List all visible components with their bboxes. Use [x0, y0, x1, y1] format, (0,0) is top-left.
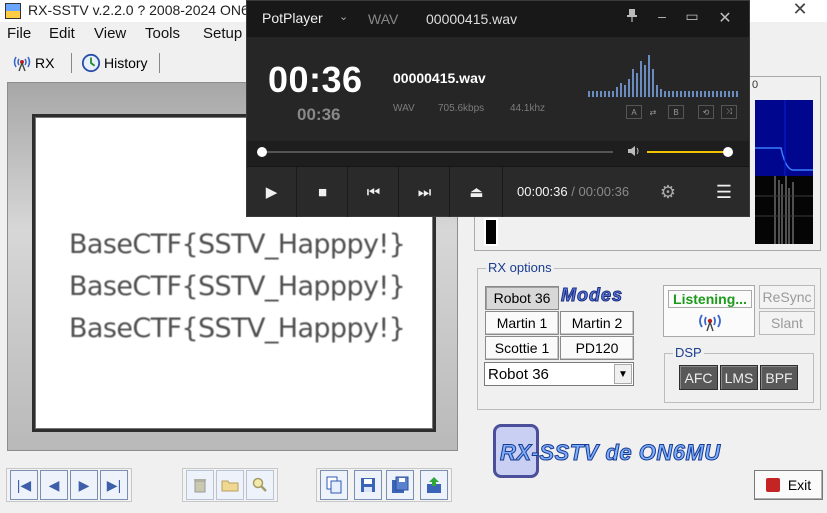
open-folder-icon[interactable]	[216, 470, 244, 500]
potplayer-info-panel: 00:36 00:36 00000415.wav WAV 705.6kbps 4…	[247, 37, 749, 141]
mode-select[interactable]: Robot 36 ▼	[484, 362, 634, 386]
potplayer-window: PotPlayer ⌄ WAV 00000415.wav – ▭ ✕ 00:36…	[246, 0, 750, 217]
close-window-button[interactable]: ✕	[788, 0, 812, 20]
shuffle-icon[interactable]: ⤨	[721, 105, 737, 119]
tab-divider	[71, 53, 72, 73]
next-image-icon[interactable]: ▶	[70, 470, 98, 500]
eject-icon[interactable]: ⏏	[451, 167, 503, 217]
loop-icon[interactable]: ⟲	[698, 105, 714, 119]
codec-label: WAV	[393, 103, 415, 114]
tab-history[interactable]: History	[81, 50, 148, 76]
ab-repeat-a-button[interactable]: A	[626, 105, 642, 119]
mode-select-value: Robot 36	[488, 366, 549, 383]
exit-door-icon	[765, 478, 780, 492]
antenna-icon	[12, 53, 32, 73]
volume-handle[interactable]	[723, 147, 733, 157]
image-text-line: BaseCTF{SSTV_Happpy!}	[69, 229, 406, 260]
next-track-icon[interactable]: ⏭	[400, 167, 450, 217]
seek-bar-area	[247, 141, 749, 163]
mode-martin2-button[interactable]: Martin 2	[560, 311, 634, 335]
potplayer-format: WAV	[368, 11, 399, 27]
zoom-icon[interactable]	[246, 470, 274, 500]
ab-repeat-b-button[interactable]: B	[668, 105, 684, 119]
antenna-icon	[696, 312, 724, 335]
trash-icon[interactable]	[186, 470, 214, 500]
chevron-down-icon[interactable]: ⌄	[339, 10, 348, 23]
copy-icon[interactable]	[320, 470, 348, 500]
listening-status: Listening...	[668, 290, 752, 308]
resync-button[interactable]: ReSync	[759, 285, 815, 309]
slant-button[interactable]: Slant	[759, 311, 815, 335]
level-meter	[484, 218, 498, 246]
tab-rx[interactable]: RX	[12, 50, 54, 76]
menu-view[interactable]: View	[94, 25, 126, 42]
volume-icon[interactable]	[627, 145, 641, 160]
listening-status-box: Listening...	[663, 285, 755, 337]
potplayer-app-name[interactable]: PotPlayer	[262, 10, 323, 26]
samplerate-label: 44.1khz	[510, 103, 546, 114]
tab-divider	[159, 53, 160, 73]
save-icon[interactable]	[354, 470, 382, 500]
spectrum-visualizer	[588, 55, 738, 97]
afc-button[interactable]: AFC	[679, 365, 718, 390]
playback-controls: ▶ ■ ⏮ ⏭ ⏏ 00:00:36 / 00:00:36 ⚙ ☰	[247, 166, 749, 217]
pin-icon[interactable]	[623, 8, 641, 28]
chevron-down-icon[interactable]: ▼	[614, 364, 632, 384]
mode-martin1-button[interactable]: Martin 1	[485, 311, 559, 335]
settings-gear-icon[interactable]: ⚙	[643, 167, 693, 217]
brand-logo: RX-SSTV de ON6MU	[500, 440, 721, 466]
elapsed-time-large: 00:36	[268, 59, 363, 100]
repeat-icon[interactable]: ⇄	[645, 105, 661, 119]
sync-scope	[755, 100, 813, 176]
track-name: 00000415.wav	[393, 70, 486, 86]
lms-button[interactable]: LMS	[720, 365, 758, 390]
potplayer-header: PotPlayer ⌄ WAV 00000415.wav – ▭ ✕	[247, 1, 749, 37]
bpf-button[interactable]: BPF	[760, 365, 798, 390]
seek-handle[interactable]	[257, 147, 267, 157]
minimize-icon[interactable]: –	[653, 8, 671, 28]
window-title: RX-SSTV v.2.2.0 ? 2008-2024 ON6MU	[28, 2, 271, 18]
elapsed-time-small: 00:36	[297, 105, 341, 124]
previous-track-icon[interactable]: ⏮	[349, 167, 399, 217]
mode-scottie1-button[interactable]: Scottie 1	[485, 336, 559, 360]
modes-logo: Modes	[560, 285, 624, 306]
total-duration: 00:00:36	[578, 184, 630, 199]
stop-icon[interactable]: ■	[298, 167, 348, 217]
close-icon[interactable]: ✕	[716, 8, 734, 28]
tab-rx-label: RX	[35, 55, 55, 71]
current-position: 00:00:36	[517, 184, 568, 199]
upload-icon[interactable]	[420, 470, 448, 500]
previous-image-icon[interactable]: ◀	[40, 470, 68, 500]
exit-label: Exit	[787, 477, 812, 493]
volume-bar[interactable]	[647, 151, 729, 153]
potplayer-file-name: 00000415.wav	[426, 11, 518, 27]
app-icon	[5, 3, 21, 19]
seek-bar[interactable]	[261, 151, 613, 153]
play-icon[interactable]: ▶	[247, 167, 297, 217]
menu-hamburger-icon[interactable]: ☰	[699, 167, 749, 217]
exit-button[interactable]: Exit	[754, 470, 823, 500]
menu-edit[interactable]: Edit	[49, 25, 75, 42]
image-text-line: BaseCTF{SSTV_Happpy!}	[69, 271, 406, 302]
maximize-icon[interactable]: ▭	[683, 8, 701, 28]
image-text-line: BaseCTF{SSTV_Happpy!}	[69, 313, 406, 344]
scope-axis-label: 0	[752, 79, 759, 91]
playback-position: 00:00:36 / 00:00:36	[517, 184, 630, 199]
tab-history-label: History	[104, 55, 148, 71]
first-image-icon[interactable]: |◀	[10, 470, 38, 500]
last-image-icon[interactable]: ▶|	[100, 470, 128, 500]
mode-robot36-button[interactable]: Robot 36	[485, 286, 559, 310]
history-icon	[81, 53, 101, 73]
menu-setup[interactable]: Setup	[203, 25, 242, 42]
mode-pd120-button[interactable]: PD120	[560, 336, 634, 360]
menu-file[interactable]: File	[7, 25, 31, 42]
dsp-title: DSP	[673, 345, 704, 360]
rx-options-title: RX options	[486, 260, 554, 275]
bitrate-label: 705.6kbps	[438, 103, 485, 114]
menu-tools[interactable]: Tools	[145, 25, 180, 42]
waterfall-display	[755, 176, 813, 244]
save-all-icon[interactable]	[386, 470, 414, 500]
